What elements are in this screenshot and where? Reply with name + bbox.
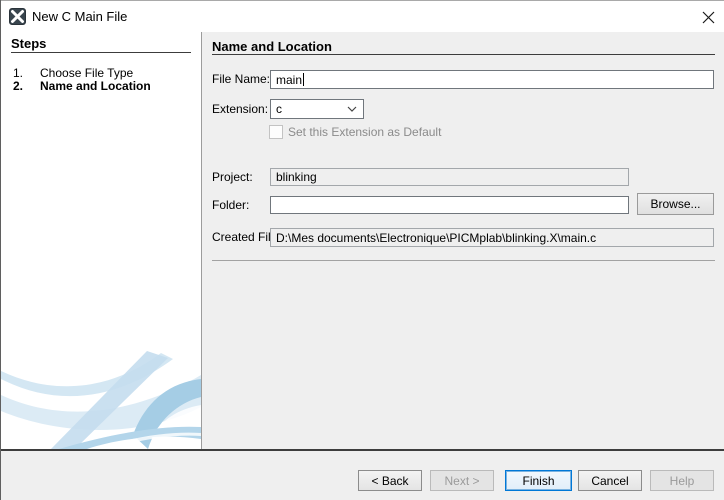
chevron-down-icon <box>347 106 357 112</box>
project-label: Project: <box>212 168 253 186</box>
name-location-panel: Name and Location File Name: main Extens… <box>202 32 724 449</box>
steps-header: Steps <box>11 36 46 51</box>
close-icon <box>702 11 715 24</box>
cancel-button[interactable]: Cancel <box>578 470 642 491</box>
steps-underline <box>11 52 191 53</box>
browse-button[interactable]: Browse... <box>637 193 714 215</box>
close-button[interactable] <box>696 6 720 28</box>
dialog-top-edge <box>0 0 724 1</box>
section-title: Name and Location <box>212 39 332 54</box>
watermark-graphic <box>1 349 201 449</box>
mplab-x-logo-icon <box>9 8 26 25</box>
step-label: Choose File Type <box>40 66 133 80</box>
text-cursor <box>303 73 304 86</box>
folder-label: Folder: <box>212 196 249 214</box>
step-item-choose-file-type: 1. Choose File Type <box>1 66 201 79</box>
project-field: blinking <box>270 168 629 186</box>
back-button[interactable]: < Back <box>358 470 422 491</box>
extension-value: c <box>276 102 282 116</box>
help-button[interactable]: Help <box>650 470 714 491</box>
step-number: 1. <box>13 66 23 80</box>
set-default-checkbox[interactable] <box>269 125 283 139</box>
form-divider <box>212 260 715 261</box>
folder-input[interactable] <box>270 196 629 214</box>
extension-label: Extension: <box>212 99 268 119</box>
step-item-name-and-location: 2. Name and Location <box>1 79 201 92</box>
step-number: 2. <box>13 79 23 93</box>
dialog-left-edge <box>0 0 1 500</box>
file-name-label: File Name: <box>212 70 270 89</box>
finish-button[interactable]: Finish <box>505 470 572 491</box>
title-bar: New C Main File <box>1 1 724 32</box>
section-underline <box>212 54 715 55</box>
extension-select[interactable]: c <box>270 99 364 119</box>
next-button[interactable]: Next > <box>430 470 494 491</box>
file-name-value: main <box>276 73 302 87</box>
project-value: blinking <box>276 170 317 184</box>
step-label: Name and Location <box>40 79 151 93</box>
steps-panel: Steps 1. Choose File Type 2. Name and Lo… <box>1 32 202 449</box>
window-title: New C Main File <box>32 1 127 32</box>
created-file-value: D:\Mes documents\Electronique\PICMplab\b… <box>276 231 596 245</box>
created-file-field: D:\Mes documents\Electronique\PICMplab\b… <box>270 228 714 247</box>
set-default-checkbox-label: Set this Extension as Default <box>288 125 441 139</box>
button-bar: < Back Next > Finish Cancel Help <box>1 451 724 500</box>
new-c-main-file-dialog: New C Main File Steps 1. Choose File Typ… <box>0 0 724 500</box>
file-name-input[interactable]: main <box>270 70 714 89</box>
